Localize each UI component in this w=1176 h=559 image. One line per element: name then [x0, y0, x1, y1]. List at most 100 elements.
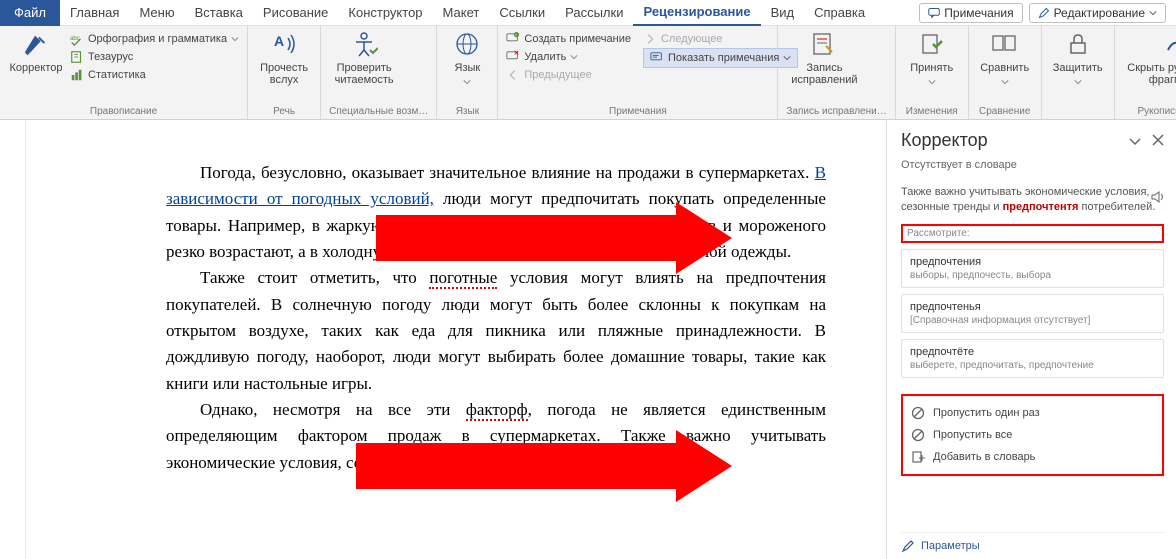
spelling-error[interactable]: поготные [429, 268, 497, 289]
tab-view[interactable]: Вид [761, 0, 805, 26]
group-accessibility-label: Специальные возм… [329, 104, 428, 117]
paragraph-3[interactable]: Однако, несмотря на все эти факторф, пог… [166, 397, 826, 476]
ink-icon [1164, 30, 1176, 58]
tab-menu[interactable]: Меню [129, 0, 184, 26]
ignore-all-label: Пропустить все [933, 429, 1012, 441]
context-highlight: предпочтентя [1003, 201, 1079, 213]
thesaurus-button[interactable]: Тезаурус [70, 48, 239, 66]
panel-settings-link[interactable]: Параметры [901, 532, 1164, 553]
spelling-error[interactable]: предпочтентя [489, 453, 587, 474]
add-to-dictionary-button[interactable]: Добавить в словарь [907, 446, 1158, 468]
ignore-once-button[interactable]: Пропустить один раз [907, 402, 1158, 424]
next-comment-button[interactable]: Следующее [643, 30, 798, 48]
tab-references[interactable]: Ссылки [489, 0, 555, 26]
track-changes-icon [810, 30, 838, 58]
delete-comment-icon [506, 50, 520, 64]
suggestion-item[interactable]: предпочтёте выберете, предпочитать, пред… [901, 339, 1164, 378]
tab-insert[interactable]: Вставка [185, 0, 253, 26]
group-speech: A Прочесть вслух Речь [248, 26, 321, 119]
suggestion-title: предпочтенья [910, 301, 1155, 313]
suggestion-item[interactable]: предпочтенья [Справочная информация отсу… [901, 294, 1164, 333]
close-icon[interactable] [1152, 134, 1164, 146]
tab-review[interactable]: Рецензирование [633, 0, 760, 26]
spelling-grammar-button[interactable]: abc Орфография и грамматика [70, 30, 239, 48]
group-compare-label: Сравнение [977, 104, 1033, 117]
panel-settings-label: Параметры [921, 540, 980, 552]
spelling-error[interactable]: факторф [466, 400, 528, 421]
chevron-down-icon [1074, 78, 1082, 86]
chevron-down-icon [231, 35, 239, 43]
panel-title: Корректор [901, 130, 988, 151]
language-button[interactable]: Язык [445, 30, 489, 86]
check-accessibility-label: Проверить читаемость [335, 62, 394, 86]
spelling-grammar-label: Орфография и грамматика [88, 33, 227, 45]
tab-draw[interactable]: Рисование [253, 0, 338, 26]
protect-button[interactable]: Защитить [1050, 30, 1106, 86]
group-language-label: Язык [445, 104, 489, 117]
suggestion-sub: выберете, предпочитать, предпочтение [910, 360, 1155, 371]
speaker-icon[interactable] [1150, 189, 1166, 205]
tab-mailings[interactable]: Рассылки [555, 0, 633, 26]
chevron-down-icon [1149, 9, 1157, 17]
tab-help[interactable]: Справка [804, 0, 875, 26]
group-protect: Защитить [1042, 26, 1115, 119]
tab-layout[interactable]: Макет [433, 0, 490, 26]
compare-button[interactable]: Сравнить [977, 30, 1033, 86]
suggestion-sub: [Справочная информация отсутствует] [910, 315, 1155, 326]
paragraph-2[interactable]: Также стоит отметить, что поготные услов… [166, 265, 826, 397]
chevron-down-icon [570, 53, 578, 61]
context-text: потребителей. [1078, 201, 1155, 213]
tab-design[interactable]: Конструктор [338, 0, 432, 26]
paragraph-1[interactable]: Погода, безусловно, оказывает значительн… [166, 160, 826, 265]
thesaurus-label: Тезаурус [88, 51, 133, 63]
document-page[interactable]: Погода, безусловно, оказывает значительн… [26, 120, 886, 559]
group-tracking-label: Запись исправлени… [786, 104, 886, 117]
comments-button[interactable]: Примечания [919, 3, 1022, 23]
chevron-down-icon [928, 78, 936, 86]
statistics-button[interactable]: Статистика [70, 66, 239, 84]
previous-comment-label: Предыдущее [524, 69, 591, 81]
new-comment-button[interactable]: + Создать примечание [506, 30, 631, 48]
chevron-down-icon[interactable] [1128, 134, 1142, 148]
text: Погода, безусловно, оказывает значительн… [200, 163, 815, 182]
skip-icon [911, 428, 925, 442]
editing-mode-label: Редактирование [1054, 6, 1145, 20]
add-to-dictionary-label: Добавить в словарь [933, 451, 1035, 463]
editor-panel: Корректор Отсутствует в словаре Также ва… [886, 120, 1176, 559]
group-spelling-label: Правописание [8, 104, 239, 117]
editing-mode-button[interactable]: Редактирование [1029, 3, 1166, 23]
book-icon [70, 50, 84, 64]
group-compare: Сравнить Сравнение [969, 26, 1042, 119]
check-accessibility-button[interactable]: Проверить читаемость [329, 30, 399, 86]
read-aloud-button[interactable]: A Прочесть вслух [256, 30, 312, 86]
previous-comment-button[interactable]: Предыдущее [506, 66, 631, 84]
file-tab[interactable]: Файл [0, 0, 60, 26]
consider-label: Рассмотрите: [901, 224, 1164, 243]
delete-comment-button[interactable]: Удалить [506, 48, 631, 66]
arrow-left-icon [506, 68, 520, 82]
ignore-all-button[interactable]: Пропустить все [907, 424, 1158, 446]
group-comments-label: Примечания [506, 104, 769, 117]
statistics-label: Статистика [88, 69, 146, 81]
track-changes-button[interactable]: Запись исправлений [786, 30, 862, 86]
comment-icon [928, 7, 940, 19]
lock-icon [1064, 30, 1092, 58]
chevron-down-icon [1001, 78, 1009, 86]
corrector-button[interactable]: Корректор [8, 30, 64, 74]
read-aloud-icon: A [270, 30, 298, 58]
group-speech-label: Речь [256, 104, 312, 117]
svg-text:A: A [274, 33, 284, 49]
tab-home[interactable]: Главная [60, 0, 129, 26]
delete-comment-label: Удалить [524, 51, 566, 63]
stats-icon [70, 68, 84, 82]
group-corrector: Корректор abc Орфография и грамматика Те… [0, 26, 248, 119]
protect-label: Защитить [1053, 62, 1103, 74]
suggestion-item[interactable]: предпочтения выборы, предпочесть, выбора [901, 249, 1164, 288]
group-comments: + Создать примечание Удалить Предыдущее … [498, 26, 778, 119]
show-comments-button[interactable]: Показать примечания [643, 48, 798, 68]
hide-ink-button[interactable]: Скрыть рукописные фрагменты [1123, 30, 1176, 86]
track-changes-label: Запись исправлений [791, 62, 857, 86]
new-comment-label: Создать примечание [524, 33, 631, 45]
accept-button[interactable]: Принять [904, 30, 960, 86]
group-language: Язык Язык [437, 26, 498, 119]
